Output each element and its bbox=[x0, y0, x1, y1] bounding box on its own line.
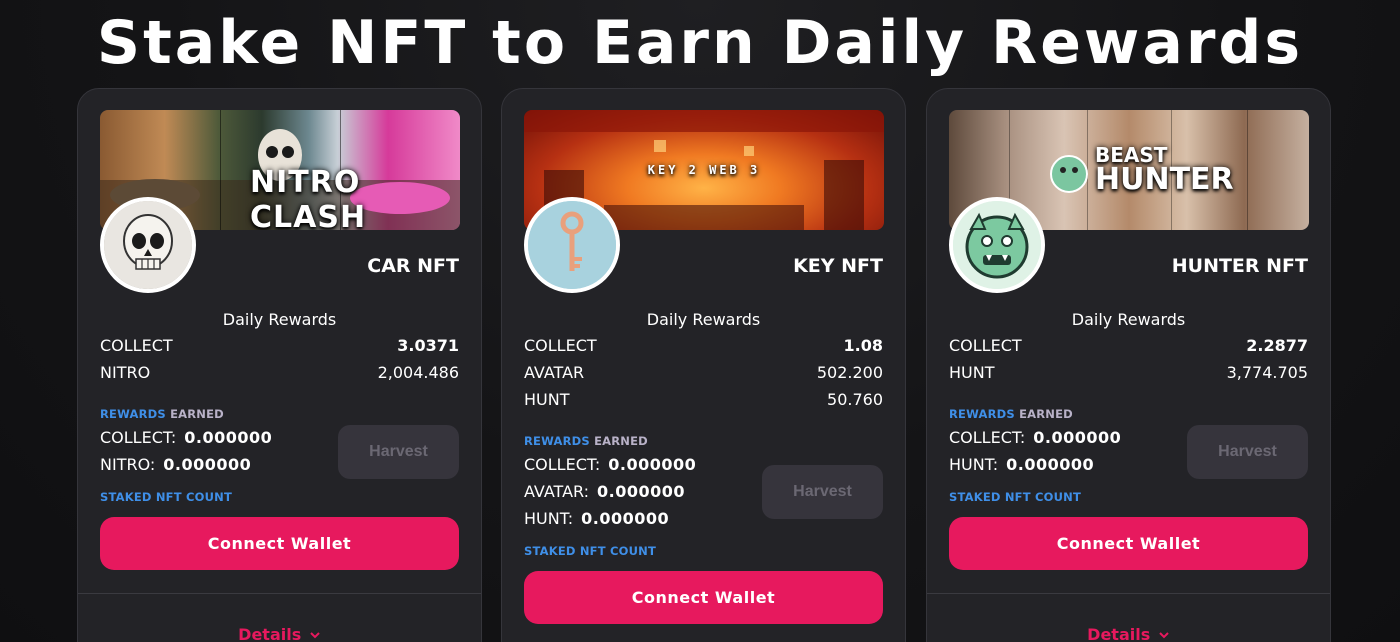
avatar-key bbox=[524, 197, 620, 293]
earned-label-part: EARNED bbox=[1019, 407, 1073, 421]
rewards-label-part: REWARDS bbox=[949, 407, 1015, 421]
banner-title-line-2: HUNTER bbox=[1095, 162, 1234, 197]
reward-label: NITRO bbox=[100, 363, 151, 382]
chevron-down-icon bbox=[310, 632, 320, 639]
reward-row: COLLECT 3.0371 bbox=[100, 336, 459, 358]
earned-label: AVATAR: bbox=[524, 482, 590, 501]
nft-name: CAR NFT bbox=[367, 255, 459, 277]
card-key-nft: KEY 2 WEB 3 KEY NFT Daily Rewards COLLEC… bbox=[501, 88, 906, 642]
earned-row: COLLECT: 0.000000 bbox=[949, 428, 1121, 450]
daily-rewards-title: Daily Rewards bbox=[1071, 310, 1186, 329]
reward-row: HUNT 3,774.705 bbox=[949, 363, 1308, 385]
key-icon bbox=[528, 201, 616, 289]
harvest-button[interactable]: Harvest bbox=[1187, 425, 1308, 479]
divider bbox=[927, 593, 1330, 594]
earned-amount: 0.000000 bbox=[163, 455, 252, 474]
harvest-button[interactable]: Harvest bbox=[762, 465, 883, 519]
reward-label: COLLECT bbox=[949, 336, 1022, 355]
reward-row: COLLECT 1.08 bbox=[524, 336, 883, 358]
daily-rewards-title: Daily Rewards bbox=[222, 310, 337, 329]
reward-label: HUNT bbox=[524, 390, 570, 409]
skull-icon bbox=[104, 201, 192, 289]
staked-nft-count-label: STAKED NFT COUNT bbox=[949, 490, 1081, 504]
avatar-skull bbox=[100, 197, 196, 293]
daily-rewards-title: Daily Rewards bbox=[646, 310, 761, 329]
earned-row: HUNT: 0.000000 bbox=[949, 455, 1094, 477]
rewards-label-part: REWARDS bbox=[524, 434, 590, 448]
reward-label: COLLECT bbox=[100, 336, 173, 355]
staked-nft-count-label: STAKED NFT COUNT bbox=[100, 490, 232, 504]
reward-label: COLLECT bbox=[524, 336, 597, 355]
connect-wallet-button[interactable]: Connect Wallet bbox=[100, 517, 459, 570]
earned-amount: 0.000000 bbox=[608, 455, 697, 474]
reward-label: HUNT bbox=[949, 363, 995, 382]
rewards-earned-label: REWARDS EARNED bbox=[100, 407, 224, 421]
earned-amount: 0.000000 bbox=[1006, 455, 1095, 474]
earned-label: HUNT: bbox=[524, 509, 574, 528]
earned-label: COLLECT: bbox=[524, 455, 601, 474]
earned-amount: 0.000000 bbox=[1033, 428, 1122, 447]
rewards-earned-label: REWARDS EARNED bbox=[949, 407, 1073, 421]
connect-wallet-button[interactable]: Connect Wallet bbox=[949, 517, 1308, 570]
earned-row: COLLECT: 0.000000 bbox=[100, 428, 272, 450]
earned-label: HUNT: bbox=[949, 455, 999, 474]
reward-row: AVATAR 502.200 bbox=[524, 363, 883, 385]
reward-value: 2,004.486 bbox=[377, 363, 459, 382]
card-hunter-nft: BEAST HUNTER HUNTER NFT Daily Rewards CO… bbox=[926, 88, 1331, 642]
reward-value: 502.200 bbox=[816, 363, 883, 382]
avatar-beast bbox=[949, 197, 1045, 293]
reward-row: HUNT 50.760 bbox=[524, 390, 883, 412]
earned-label: COLLECT: bbox=[100, 428, 177, 447]
reward-row: COLLECT 2.2877 bbox=[949, 336, 1308, 358]
earned-row: AVATAR: 0.000000 bbox=[524, 482, 685, 504]
staked-label-text: STAKED NFT COUNT bbox=[524, 544, 657, 558]
earned-label-part: EARNED bbox=[594, 434, 648, 448]
nft-name: HUNTER NFT bbox=[1171, 255, 1308, 277]
card-car-nft: NITRO CLASH CAR NFT Daily Rewards COLLEC… bbox=[77, 88, 482, 642]
chevron-down-icon bbox=[1159, 632, 1169, 639]
reward-value: 3,774.705 bbox=[1226, 363, 1308, 382]
reward-value: 50.760 bbox=[827, 390, 883, 409]
reward-value: 1.08 bbox=[843, 336, 883, 355]
nft-name: KEY NFT bbox=[793, 255, 883, 277]
earned-row: COLLECT: 0.000000 bbox=[524, 455, 696, 477]
rewards-earned-label: REWARDS EARNED bbox=[524, 434, 648, 448]
earned-label: NITRO: bbox=[100, 455, 156, 474]
staked-label-text: STAKED NFT COUNT bbox=[949, 490, 1082, 504]
reward-label: AVATAR bbox=[524, 363, 585, 382]
earned-label: COLLECT: bbox=[949, 428, 1026, 447]
details-label: Details bbox=[1087, 625, 1151, 642]
staked-nft-count-label: STAKED NFT COUNT bbox=[524, 544, 656, 558]
rewards-label-part: REWARDS bbox=[100, 407, 166, 421]
divider bbox=[78, 593, 481, 594]
reward-value: 2.2877 bbox=[1246, 336, 1308, 355]
details-link[interactable]: Details bbox=[927, 625, 1330, 642]
earned-label-part: EARNED bbox=[170, 407, 224, 421]
details-label: Details bbox=[238, 625, 302, 642]
details-link[interactable]: Details bbox=[78, 625, 481, 642]
earned-amount: 0.000000 bbox=[597, 482, 686, 501]
harvest-button[interactable]: Harvest bbox=[338, 425, 459, 479]
earned-row: NITRO: 0.000000 bbox=[100, 455, 251, 477]
page-headline: Stake NFT to Earn Daily Rewards bbox=[96, 8, 1304, 78]
earned-amount: 0.000000 bbox=[581, 509, 670, 528]
earned-amount: 0.000000 bbox=[184, 428, 273, 447]
staked-label-text: STAKED NFT COUNT bbox=[100, 490, 233, 504]
earned-row: HUNT: 0.000000 bbox=[524, 509, 669, 531]
beast-icon bbox=[953, 201, 1041, 289]
reward-value: 3.0371 bbox=[397, 336, 459, 355]
connect-wallet-button[interactable]: Connect Wallet bbox=[524, 571, 883, 624]
reward-row: NITRO 2,004.486 bbox=[100, 363, 459, 385]
